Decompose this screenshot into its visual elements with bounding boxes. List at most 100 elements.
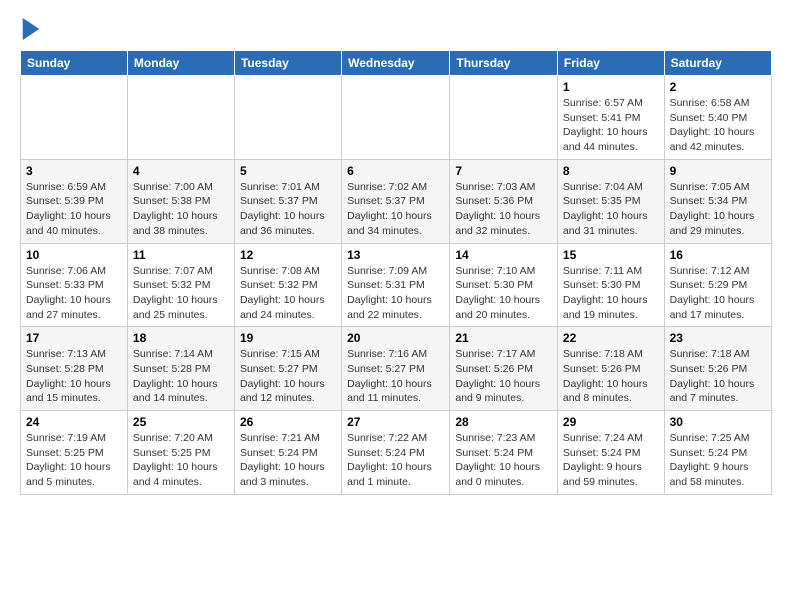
day-info: Sunrise: 7:16 AM Sunset: 5:27 PM Dayligh…	[347, 347, 444, 406]
day-number: 10	[26, 248, 122, 262]
day-number: 28	[455, 415, 552, 429]
calendar-cell: 25Sunrise: 7:20 AM Sunset: 5:25 PM Dayli…	[127, 411, 234, 495]
day-info: Sunrise: 7:15 AM Sunset: 5:27 PM Dayligh…	[240, 347, 336, 406]
calendar-cell	[21, 76, 128, 160]
day-info: Sunrise: 6:58 AM Sunset: 5:40 PM Dayligh…	[670, 96, 766, 155]
calendar-cell: 23 Sunrise: 7:18 AM Sunset: 5:26 PM Dayli…	[664, 327, 771, 411]
day-number: 21	[455, 331, 552, 345]
calendar-cell	[342, 76, 450, 160]
day-info: Sunrise: 7:04 AM Sunset: 5:35 PM Dayligh…	[563, 180, 659, 239]
day-number: 18	[133, 331, 229, 345]
calendar-cell: 11 Sunrise: 7:07 AM Sunset: 5:32 PM Dayli…	[127, 243, 234, 327]
calendar-week-row: 17 Sunrise: 7:13 AM Sunset: 5:28 PM Dayli…	[21, 327, 772, 411]
calendar-header-row: SundayMondayTuesdayWednesdayThursdayFrid…	[21, 51, 772, 76]
day-info: Sunrise: 7:10 AM Sunset: 5:30 PM Dayligh…	[455, 264, 552, 323]
day-info: Sunrise: 7:08 AM Sunset: 5:32 PM Dayligh…	[240, 264, 336, 323]
day-number: 8	[563, 164, 659, 178]
calendar-cell: 1Sunrise: 6:57 AM Sunset: 5:41 PM Daylig…	[557, 76, 664, 160]
calendar-cell: 19 Sunrise: 7:15 AM Sunset: 5:27 PM Dayli…	[234, 327, 341, 411]
day-number: 3	[26, 164, 122, 178]
day-info: Sunrise: 7:02 AM Sunset: 5:37 PM Dayligh…	[347, 180, 444, 239]
day-info: Sunrise: 7:06 AM Sunset: 5:33 PM Dayligh…	[26, 264, 122, 323]
day-number: 2	[670, 80, 766, 94]
calendar-cell: 27 Sunrise: 7:22 AM Sunset: 5:24 PM Dayli…	[342, 411, 450, 495]
calendar-cell	[127, 76, 234, 160]
day-number: 13	[347, 248, 444, 262]
calendar-week-row: 10 Sunrise: 7:06 AM Sunset: 5:33 PM Dayli…	[21, 243, 772, 327]
calendar-cell: 13 Sunrise: 7:09 AM Sunset: 5:31 PM Dayli…	[342, 243, 450, 327]
calendar-week-row: 24 Sunrise: 7:19 AM Sunset: 5:25 PM Dayli…	[21, 411, 772, 495]
header-saturday: Saturday	[664, 51, 771, 76]
day-number: 22	[563, 331, 659, 345]
calendar-cell: 18Sunrise: 7:14 AM Sunset: 5:28 PM Dayli…	[127, 327, 234, 411]
day-number: 29	[563, 415, 659, 429]
page-header	[20, 16, 772, 40]
day-info: Sunrise: 7:00 AM Sunset: 5:38 PM Dayligh…	[133, 180, 229, 239]
day-info: Sunrise: 7:18 AM Sunset: 5:26 PM Dayligh…	[670, 347, 766, 406]
day-number: 14	[455, 248, 552, 262]
calendar-week-row: 1Sunrise: 6:57 AM Sunset: 5:41 PM Daylig…	[21, 76, 772, 160]
calendar-cell: 20 Sunrise: 7:16 AM Sunset: 5:27 PM Dayli…	[342, 327, 450, 411]
calendar-cell: 30 Sunrise: 7:25 AM Sunset: 5:24 PM Dayli…	[664, 411, 771, 495]
day-number: 7	[455, 164, 552, 178]
day-info: Sunrise: 7:18 AM Sunset: 5:26 PM Dayligh…	[563, 347, 659, 406]
calendar-cell: 2 Sunrise: 6:58 AM Sunset: 5:40 PM Daylig…	[664, 76, 771, 160]
day-number: 6	[347, 164, 444, 178]
day-info: Sunrise: 7:22 AM Sunset: 5:24 PM Dayligh…	[347, 431, 444, 490]
header-wednesday: Wednesday	[342, 51, 450, 76]
day-number: 20	[347, 331, 444, 345]
day-info: Sunrise: 6:59 AM Sunset: 5:39 PM Dayligh…	[26, 180, 122, 239]
day-number: 23	[670, 331, 766, 345]
day-number: 17	[26, 331, 122, 345]
header-thursday: Thursday	[450, 51, 558, 76]
calendar-week-row: 3 Sunrise: 6:59 AM Sunset: 5:39 PM Daylig…	[21, 159, 772, 243]
calendar-cell: 15Sunrise: 7:11 AM Sunset: 5:30 PM Dayli…	[557, 243, 664, 327]
calendar-cell: 8 Sunrise: 7:04 AM Sunset: 5:35 PM Daylig…	[557, 159, 664, 243]
day-number: 27	[347, 415, 444, 429]
day-number: 11	[133, 248, 229, 262]
header-tuesday: Tuesday	[234, 51, 341, 76]
header-friday: Friday	[557, 51, 664, 76]
day-number: 24	[26, 415, 122, 429]
day-info: Sunrise: 7:17 AM Sunset: 5:26 PM Dayligh…	[455, 347, 552, 406]
day-number: 4	[133, 164, 229, 178]
day-info: Sunrise: 7:21 AM Sunset: 5:24 PM Dayligh…	[240, 431, 336, 490]
day-info: Sunrise: 7:24 AM Sunset: 5:24 PM Dayligh…	[563, 431, 659, 490]
day-number: 12	[240, 248, 336, 262]
calendar-cell: 21 Sunrise: 7:17 AM Sunset: 5:26 PM Dayli…	[450, 327, 558, 411]
day-info: Sunrise: 6:57 AM Sunset: 5:41 PM Dayligh…	[563, 96, 659, 155]
calendar-cell	[450, 76, 558, 160]
day-number: 16	[670, 248, 766, 262]
day-number: 30	[670, 415, 766, 429]
calendar-cell: 3 Sunrise: 6:59 AM Sunset: 5:39 PM Daylig…	[21, 159, 128, 243]
day-info: Sunrise: 7:03 AM Sunset: 5:36 PM Dayligh…	[455, 180, 552, 239]
calendar-cell: 29 Sunrise: 7:24 AM Sunset: 5:24 PM Dayli…	[557, 411, 664, 495]
calendar-cell: 17 Sunrise: 7:13 AM Sunset: 5:28 PM Dayli…	[21, 327, 128, 411]
day-info: Sunrise: 7:25 AM Sunset: 5:24 PM Dayligh…	[670, 431, 766, 490]
header-monday: Monday	[127, 51, 234, 76]
calendar-cell: 4 Sunrise: 7:00 AM Sunset: 5:38 PM Daylig…	[127, 159, 234, 243]
day-number: 19	[240, 331, 336, 345]
day-number: 5	[240, 164, 336, 178]
calendar-cell: 22 Sunrise: 7:18 AM Sunset: 5:26 PM Dayli…	[557, 327, 664, 411]
logo-arrow-icon	[22, 18, 40, 40]
calendar-cell: 28 Sunrise: 7:23 AM Sunset: 5:24 PM Dayli…	[450, 411, 558, 495]
day-info: Sunrise: 7:05 AM Sunset: 5:34 PM Dayligh…	[670, 180, 766, 239]
day-number: 9	[670, 164, 766, 178]
day-info: Sunrise: 7:12 AM Sunset: 5:29 PM Dayligh…	[670, 264, 766, 323]
day-info: Sunrise: 7:09 AM Sunset: 5:31 PM Dayligh…	[347, 264, 444, 323]
calendar-cell: 9 Sunrise: 7:05 AM Sunset: 5:34 PM Daylig…	[664, 159, 771, 243]
day-info: Sunrise: 7:19 AM Sunset: 5:25 PM Dayligh…	[26, 431, 122, 490]
calendar-cell: 10 Sunrise: 7:06 AM Sunset: 5:33 PM Dayli…	[21, 243, 128, 327]
calendar-table: SundayMondayTuesdayWednesdayThursdayFrid…	[20, 50, 772, 495]
calendar-cell: 6 Sunrise: 7:02 AM Sunset: 5:37 PM Daylig…	[342, 159, 450, 243]
calendar-cell	[234, 76, 341, 160]
calendar-cell: 16 Sunrise: 7:12 AM Sunset: 5:29 PM Dayli…	[664, 243, 771, 327]
calendar-cell: 5Sunrise: 7:01 AM Sunset: 5:37 PM Daylig…	[234, 159, 341, 243]
day-info: Sunrise: 7:23 AM Sunset: 5:24 PM Dayligh…	[455, 431, 552, 490]
day-info: Sunrise: 7:07 AM Sunset: 5:32 PM Dayligh…	[133, 264, 229, 323]
calendar-cell: 24 Sunrise: 7:19 AM Sunset: 5:25 PM Dayli…	[21, 411, 128, 495]
day-number: 25	[133, 415, 229, 429]
day-info: Sunrise: 7:13 AM Sunset: 5:28 PM Dayligh…	[26, 347, 122, 406]
calendar-cell: 14 Sunrise: 7:10 AM Sunset: 5:30 PM Dayli…	[450, 243, 558, 327]
